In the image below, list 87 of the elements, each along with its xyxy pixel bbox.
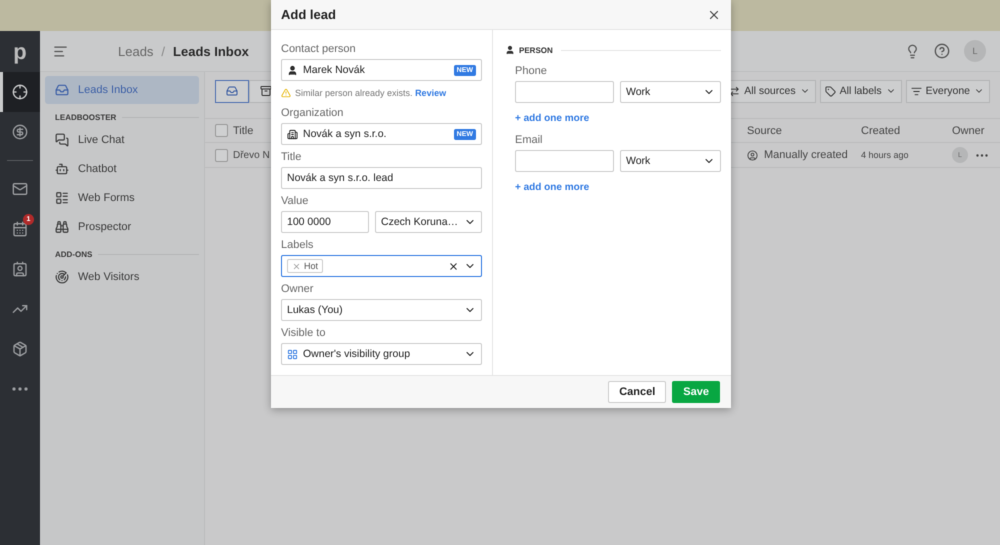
column-header[interactable]: Owner [952,124,984,136]
lightbulb-icon[interactable] [905,44,920,58]
filter-icon [910,86,922,96]
filter-dropdown[interactable]: Everyone [906,80,990,102]
table-cell: Dřevo N [233,150,270,160]
sidebar-item[interactable]: Live Chat [45,126,199,154]
warning-icon [281,88,291,98]
visibility-select[interactable]: Owner's visibility group [281,343,482,365]
arrows-icon [729,86,740,96]
label-tag[interactable]: Hot [287,259,324,273]
bot-icon [55,162,69,176]
sidebar-item-label: Web Forms [78,192,135,204]
grid-icon [287,348,298,360]
currency-select[interactable]: Czech Koruna… [375,211,482,233]
more-icon[interactable] [976,154,988,156]
field-label: Title [281,150,302,165]
remove-icon[interactable] [292,262,301,270]
sidebar-item-label: Leads Inbox [78,84,138,96]
column-header[interactable]: Created [861,124,900,136]
help-icon[interactable] [934,43,950,59]
section-title: LEADBOOSTER [55,113,116,122]
binoculars-icon [55,220,69,234]
type-select[interactable]: Work [620,150,721,172]
owner-select[interactable]: Lukas (You) [281,299,482,321]
select-all-checkbox[interactable] [215,124,228,137]
nav-button[interactable] [0,72,40,112]
view-toggle[interactable] [215,80,249,102]
breadcrumb-item: Leads Inbox [173,44,249,58]
field-label: Contact person [281,42,357,57]
sidebar-item-label: Web Visitors [78,271,140,283]
row-checkbox[interactable] [215,148,228,162]
person-icon [287,64,298,76]
sidebar-item[interactable]: Web Forms [45,184,199,212]
column-header[interactable]: Source [747,124,782,136]
field-label: Labels [281,238,314,253]
calendar-icon [12,221,28,237]
menu-icon[interactable] [53,44,68,58]
sidebar-item[interactable]: Chatbot [45,155,199,183]
radar-icon [55,270,69,284]
labels-field[interactable]: Hot [281,255,482,277]
section-title: PERSON [519,46,553,54]
sidebar-item-label: Chatbot [78,163,117,175]
inbox-icon [226,85,238,97]
add-more-link[interactable]: + add one more [515,113,590,124]
field-label: Email [515,133,544,148]
person-icon [747,150,758,160]
logo[interactable]: p [0,31,40,72]
package-icon [12,341,28,357]
field-label: Value [281,194,310,209]
contacts-icon [12,261,28,277]
cancel-button[interactable]: Cancel [608,381,666,403]
breadcrumb-item[interactable]: Leads [118,44,154,58]
tag-icon [824,86,836,96]
more-icon [12,387,28,391]
field-label: Phone [515,64,548,79]
text-field[interactable] [515,150,614,172]
chat-icon [55,133,69,147]
sidebar-item[interactable]: Web Visitors [45,263,199,291]
archive-icon [260,85,272,97]
crosshair-icon [12,84,28,100]
sidebar-item[interactable]: Prospector [45,213,199,241]
section-title: ADD-ONS [55,250,92,259]
add-more-link[interactable]: + add one more [515,182,590,193]
building-icon [287,128,298,140]
sidebar-item-label: Live Chat [78,134,124,146]
field-label: Visible to [281,326,326,341]
inbox-icon [55,83,69,97]
filter-dropdown[interactable]: All labels [820,80,902,102]
person-icon [505,45,515,55]
field-label: Owner [281,282,314,297]
text-field[interactable] [515,81,614,103]
table-cell: Manually created [764,149,848,161]
mail-icon [12,181,28,197]
value-field[interactable]: 100 0000 [281,211,369,233]
breadcrumb-separator: / [161,44,166,58]
warning-message: Similar person already exists. Review [295,88,446,98]
form-icon [55,191,69,205]
field-label: Organization [281,106,344,121]
column-header[interactable]: Title [233,124,254,136]
table-cell: 4 hours ago [861,150,909,160]
dollar-icon [12,124,28,140]
dialog-title: Add lead [281,7,336,22]
review-link[interactable]: Review [415,88,446,98]
clear-icon[interactable] [448,260,459,272]
type-select[interactable]: Work [620,81,721,103]
sidebar-item-label: Prospector [78,221,132,233]
title-field[interactable]: Novák a syn s.r.o. lead [281,167,482,189]
